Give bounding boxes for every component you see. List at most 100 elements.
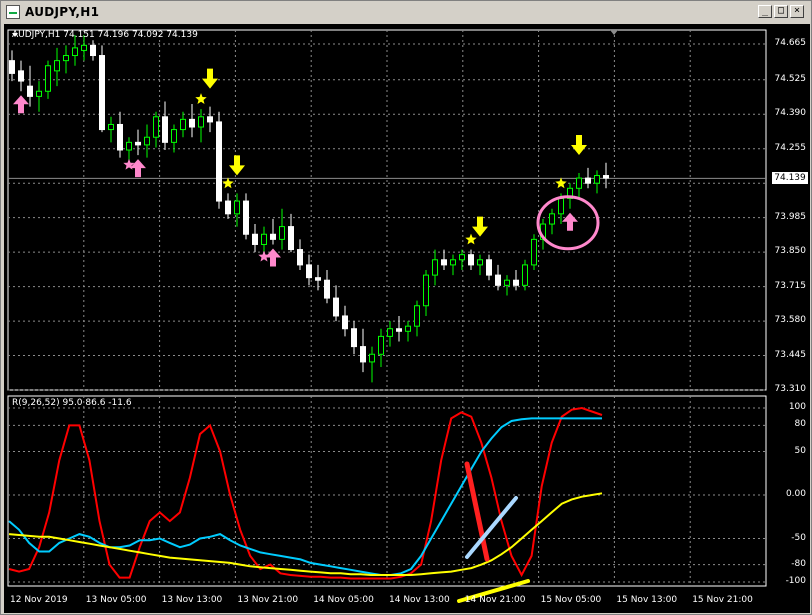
time-axis-label: 15 Nov 05:00 [540, 595, 602, 605]
pink-up-arrow [130, 159, 146, 178]
minimize-button[interactable]: _ [758, 5, 772, 18]
candle-body [72, 47, 78, 57]
indicator-header: R(9,26,52) 95.0 86.6 -11.6 [12, 398, 132, 408]
candle-body [27, 85, 33, 97]
candle-body [36, 90, 42, 97]
indicator-axis-label: -80 [791, 558, 806, 569]
time-axis-label: 14 Nov 21:00 [464, 595, 526, 605]
candle-body [576, 177, 582, 189]
time-axis-label: 13 Nov 21:00 [237, 595, 299, 605]
candle-body [504, 279, 510, 286]
price-axis-label: 73.580 [774, 315, 807, 326]
candle-body [342, 315, 348, 330]
candle-body [414, 305, 420, 327]
maximize-button[interactable]: □ [774, 5, 788, 18]
yellow-star-signal [222, 177, 234, 189]
candle-body [333, 297, 339, 317]
candle-body [297, 249, 303, 266]
symbol-header: AUDJPY,H1 74.151 74.196 74.092 74.139 [12, 30, 198, 40]
candle-body [387, 328, 393, 337]
yellow-star-signal [555, 177, 567, 189]
candle-body [495, 274, 501, 286]
candle-body [81, 44, 87, 51]
yellow-star-signal [195, 93, 207, 104]
current-price-badge: 74.139 [772, 172, 808, 185]
candle-body [585, 177, 591, 184]
candle-body [369, 353, 375, 363]
indicator-line-yellow [8, 492, 603, 576]
indicator-axis-label: 50 [794, 445, 806, 456]
indicator-axis-label: 80 [794, 419, 806, 430]
candle-body [396, 328, 402, 332]
candle-body [594, 175, 600, 184]
candle-body [9, 60, 15, 74]
indicator-axis-label: -100 [785, 576, 806, 586]
close-button[interactable]: × [790, 5, 804, 18]
price-axis-label: 73.310 [774, 384, 807, 394]
candle-body [18, 70, 24, 82]
candle-body [234, 200, 240, 215]
candle-body [171, 129, 177, 143]
candle-body [513, 279, 519, 286]
price-axis-label: 74.665 [774, 38, 807, 49]
window-title: AUDJPY,H1 [25, 5, 100, 19]
candle-body [63, 55, 69, 62]
candle-body [531, 238, 537, 266]
candle-body [261, 233, 267, 245]
candle-body [207, 116, 213, 123]
candle-body [108, 123, 114, 131]
candle-body [153, 116, 159, 138]
candle-body [243, 200, 249, 235]
pink-star-signal [258, 250, 270, 262]
window-titlebar[interactable]: AUDJPY,H1 _ □ × [3, 3, 809, 21]
indicator-line-cyan [8, 417, 602, 576]
candle-body [135, 141, 141, 146]
indicator-axis-label: -50 [791, 532, 806, 543]
candle-body [144, 136, 150, 146]
candle-body [252, 233, 258, 245]
time-axis-label: 15 Nov 13:00 [616, 595, 678, 605]
candle-body [54, 60, 60, 72]
candle-body [459, 254, 465, 261]
candle-body [549, 213, 555, 225]
candle-body [432, 259, 438, 276]
candle-body [279, 226, 285, 240]
candle-body [90, 44, 96, 57]
candle-body [603, 175, 609, 179]
price-axis-label: 73.985 [774, 211, 807, 222]
pink-up-arrow [13, 95, 29, 114]
time-axis-label: 13 Nov 13:00 [161, 595, 223, 605]
candle-body [405, 325, 411, 332]
candle-body [162, 116, 168, 143]
chart-window: AUDJPY,H1 _ □ × AUDJPY,H1 74.151 74.196 … [0, 0, 812, 615]
candle-body [126, 141, 132, 151]
pink-up-arrow [265, 248, 281, 267]
price-chart-svg[interactable] [4, 24, 810, 613]
yellow-down-arrow [229, 155, 245, 176]
time-axis-label: 14 Nov 13:00 [389, 595, 450, 605]
chart-area[interactable]: AUDJPY,H1 74.151 74.196 74.092 74.139 R(… [4, 24, 810, 613]
candle-body [423, 274, 429, 307]
candle-body [378, 335, 384, 355]
price-axis-label: 74.255 [774, 142, 807, 153]
candle-body [477, 259, 483, 266]
candle-body [351, 328, 357, 348]
candle-body [450, 259, 456, 266]
candle-body [558, 198, 564, 215]
chart-app-icon [6, 5, 20, 19]
yellow-down-arrow [571, 134, 587, 155]
candle-body [198, 116, 204, 128]
candle-body [180, 118, 186, 131]
candle-body [189, 118, 195, 128]
candle-body [117, 123, 123, 151]
price-axis-label: 73.445 [774, 349, 807, 360]
candle-body [468, 254, 474, 266]
candle-body [288, 226, 294, 251]
candle-body [225, 200, 231, 215]
candle-body [315, 277, 321, 281]
time-axis-label: 14 Nov 05:00 [313, 595, 374, 605]
candle-body [216, 121, 222, 202]
time-axis-label: 13 Nov 05:00 [85, 595, 147, 605]
candle-body [522, 264, 528, 286]
price-axis-label: 73.715 [774, 280, 807, 291]
